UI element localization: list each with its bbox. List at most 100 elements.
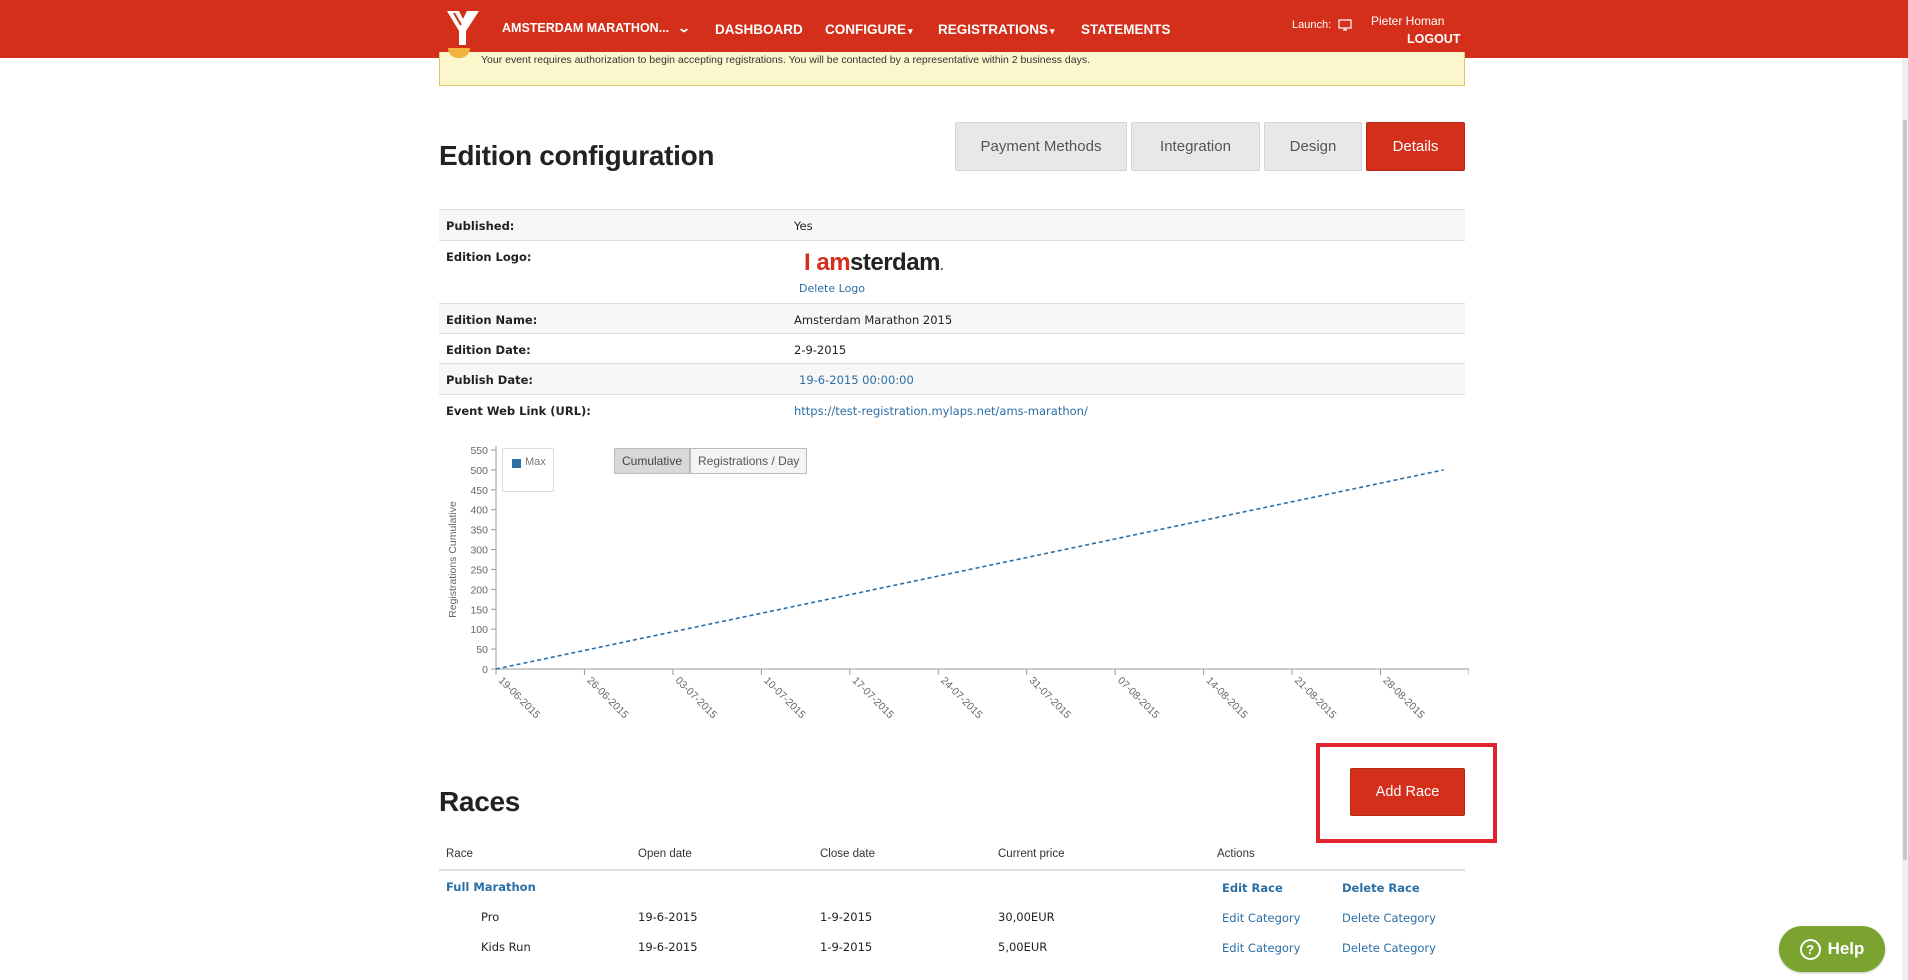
add-race-button[interactable]: Add Race — [1350, 768, 1465, 816]
chevron-down-icon: ⌄ — [677, 21, 692, 35]
x-tick-label: 07-08-2015 — [1115, 675, 1162, 722]
event-url-link[interactable]: https://test-registration.mylaps.net/ams… — [794, 404, 1088, 418]
edit-category-link[interactable]: Edit Category — [1222, 911, 1300, 925]
y-tick-label: 200 — [470, 584, 488, 596]
nav-dashboard[interactable]: DASHBOARD — [715, 22, 803, 37]
edition-details-table: Published: Yes Edition Logo: I amsterdam… — [439, 209, 1465, 425]
registrations-per-day-button[interactable]: Registrations / Day — [690, 448, 808, 474]
caret-down-icon: ▾ — [1050, 26, 1055, 36]
caret-down-icon: ▾ — [908, 26, 913, 36]
race-full-marathon-link[interactable]: Full Marathon — [446, 880, 536, 894]
question-mark-icon: ? — [1799, 938, 1821, 960]
column-header-current-price: Current price — [998, 848, 1065, 860]
legend-label: Max — [525, 456, 546, 468]
event-url-label: Event Web Link (URL): — [446, 404, 591, 418]
y-axis-title: Registrations Cumulative — [447, 501, 459, 618]
delete-race-link[interactable]: Delete Race — [1342, 881, 1420, 895]
help-label: Help — [1827, 939, 1865, 958]
chart-mode-toggle: Cumulative Registrations / Day — [614, 448, 808, 474]
delete-category-link[interactable]: Delete Category — [1342, 941, 1436, 955]
logo-text-sterdam: sterdam — [850, 249, 940, 276]
launch-control[interactable]: Launch: — [1292, 19, 1352, 31]
tab-payment-methods[interactable]: Payment Methods — [955, 122, 1127, 171]
row-publish-date: Publish Date: 19-6-2015 00:00:00 — [439, 364, 1465, 395]
y-tick-label: 300 — [470, 545, 488, 557]
warning-icon — [448, 48, 470, 58]
scrollbar-thumb[interactable] — [1903, 120, 1907, 860]
y-tick-label: 350 — [470, 525, 488, 537]
x-tick-label: 17-07-2015 — [850, 675, 897, 722]
row-edition-logo: Edition Logo: I amsterdam. Delete Logo — [439, 241, 1465, 304]
delete-category-link[interactable]: Delete Category — [1342, 911, 1436, 925]
x-tick-label: 26-06-2015 — [584, 675, 631, 722]
category-open-date: 19-6-2015 — [638, 910, 698, 924]
edition-name-value: Amsterdam Marathon 2015 — [794, 313, 953, 327]
nav-statements[interactable]: STATEMENTS — [1081, 22, 1171, 37]
help-button[interactable]: ? Help — [1779, 926, 1885, 972]
launch-label: Launch: — [1292, 19, 1332, 31]
edit-category-link[interactable]: Edit Category — [1222, 941, 1300, 955]
publish-date-value[interactable]: 19-6-2015 00:00:00 — [799, 373, 914, 387]
event-selector-label: AMSTERDAM MARATHON... — [502, 21, 670, 35]
logo-letter-i: I — [804, 249, 811, 276]
y-tick-label: 0 — [482, 664, 488, 676]
column-header-close-date: Close date — [820, 848, 875, 860]
row-edition-name: Edition Name: Amsterdam Marathon 2015 — [439, 304, 1465, 334]
nav-configure[interactable]: CONFIGURE ▾ — [825, 22, 913, 37]
category-close-date: 1-9-2015 — [820, 910, 873, 924]
published-value: Yes — [794, 219, 813, 233]
row-edition-date: Edition Date: 2-9-2015 — [439, 334, 1465, 364]
edition-date-label: Edition Date: — [446, 343, 531, 357]
user-name: Pieter Homan — [1371, 14, 1445, 28]
x-tick-label: 24-07-2015 — [938, 675, 985, 722]
nav-registrations[interactable]: REGISTRATIONS ▾ — [938, 22, 1055, 37]
logo-text-dot: . — [939, 257, 944, 273]
edition-logo-image: I amsterdam. — [804, 249, 944, 277]
table-header-divider — [439, 869, 1465, 871]
category-price: 30,00EUR — [998, 910, 1055, 924]
nav-configure-label: CONFIGURE — [825, 22, 906, 37]
delete-logo-link[interactable]: Delete Logo — [799, 282, 865, 295]
edition-logo-label: Edition Logo: — [446, 250, 532, 264]
x-tick-label: 31-07-2015 — [1027, 675, 1074, 722]
x-tick-label: 28-08-2015 — [1380, 675, 1427, 722]
tab-design[interactable]: Design — [1264, 122, 1362, 171]
cumulative-button[interactable]: Cumulative — [614, 448, 691, 474]
x-tick-label: 19-06-2015 — [496, 675, 543, 722]
top-navigation-bar: AMSTERDAM MARATHON... ⌄ DASHBOARD CONFIGU… — [0, 0, 1908, 58]
y-tick-label: 250 — [470, 564, 488, 576]
x-tick-label: 21-08-2015 — [1292, 675, 1339, 722]
edition-name-label: Edition Name: — [446, 313, 538, 327]
page-title: Edition configuration — [439, 140, 715, 171]
column-header-race: Race — [446, 848, 473, 860]
y-tick-label: 50 — [476, 644, 488, 656]
legend-swatch — [512, 459, 521, 468]
x-tick-label: 03-07-2015 — [673, 675, 720, 722]
tab-integration[interactable]: Integration — [1131, 122, 1260, 171]
alert-text: Your event requires authorization to beg… — [481, 54, 1090, 66]
category-close-date: 1-9-2015 — [820, 940, 873, 954]
registrations-chart: 0 50 100 150 200 250 300 350 400 450 500 550 Registr… — [447, 445, 1469, 722]
x-tick-label: 14-08-2015 — [1204, 675, 1251, 722]
x-tick-label: 10-07-2015 — [761, 675, 808, 722]
authorization-alert: Your event requires authorization to beg… — [439, 48, 1465, 86]
series-line-max — [495, 469, 1444, 670]
published-label: Published: — [446, 219, 515, 233]
column-header-open-date: Open date — [638, 848, 692, 860]
y-tick-label: 500 — [470, 465, 488, 477]
mylaps-logo-icon[interactable] — [444, 9, 482, 47]
y-tick-label: 450 — [470, 485, 488, 497]
category-name: Kids Run — [481, 940, 531, 954]
category-open-date: 19-6-2015 — [638, 940, 698, 954]
edition-date-value: 2-9-2015 — [794, 343, 847, 357]
y-tick-label: 150 — [470, 604, 488, 616]
row-published: Published: Yes — [439, 210, 1465, 241]
monitor-icon[interactable] — [1338, 19, 1352, 31]
tab-details[interactable]: Details — [1366, 122, 1465, 171]
y-tick-label: 100 — [470, 624, 488, 636]
category-name: Pro — [481, 910, 500, 924]
event-selector[interactable]: AMSTERDAM MARATHON... ⌄ — [502, 21, 692, 35]
logout-link[interactable]: LOGOUT — [1407, 32, 1460, 46]
edit-race-link[interactable]: Edit Race — [1222, 881, 1283, 895]
nav-registrations-label: REGISTRATIONS — [938, 22, 1049, 37]
